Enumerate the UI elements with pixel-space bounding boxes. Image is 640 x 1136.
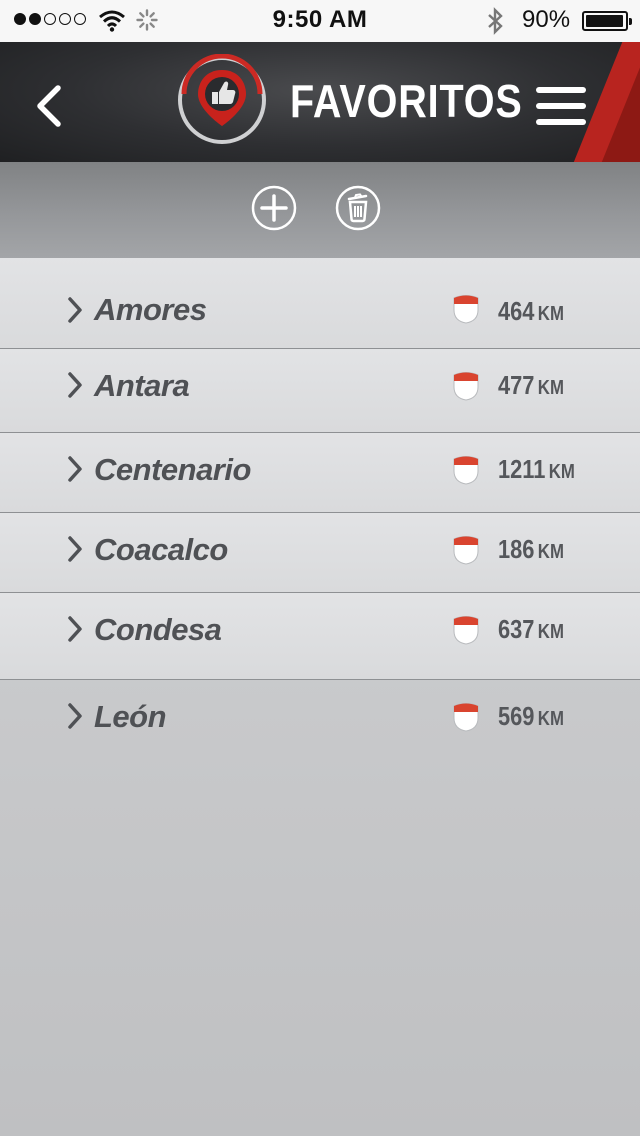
status-bar: 9:50 AM 90% [0, 0, 640, 42]
list-item-name: León [94, 699, 167, 734]
distance-shield-icon [453, 616, 479, 645]
menu-button[interactable] [536, 87, 588, 127]
bluetooth-icon [488, 7, 503, 35]
list-item-name: Amores [94, 292, 207, 327]
list-item-coacalco[interactable]: Coacalco 186 KM [0, 513, 640, 593]
thumbs-up-pin-logo [178, 54, 266, 144]
page-title: FAVORITOS [290, 75, 523, 127]
distance-shield-icon [453, 456, 479, 485]
list-item-condesa[interactable]: Condesa 637 KM [0, 593, 640, 680]
distance-label: 464 KM [498, 296, 564, 326]
list-item-centenario[interactable]: Centenario 1211 KM [0, 433, 640, 513]
battery-icon [582, 11, 632, 31]
list-item-name: Antara [94, 368, 190, 403]
distance-shield-icon [453, 372, 479, 401]
chevron-right-icon [68, 703, 82, 729]
list-item-leon[interactable]: León 569 KM [0, 680, 640, 760]
distance-label: 1211 KM [498, 454, 575, 484]
list-item-name: Condesa [94, 612, 222, 647]
favorites-list: Amores 464 KM Antara 477 KM Centenario 121… [0, 258, 640, 760]
chevron-right-icon [68, 456, 82, 482]
chevron-right-icon [68, 616, 82, 642]
add-favorite-button[interactable] [251, 185, 297, 231]
toolbar [0, 162, 640, 258]
distance-label: 186 KM [498, 534, 564, 564]
list-item-antara[interactable]: Antara 477 KM [0, 349, 640, 433]
chevron-right-icon [68, 372, 82, 398]
list-item-name: Centenario [94, 452, 251, 487]
distance-label: 477 KM [498, 370, 564, 400]
distance-label: 569 KM [498, 701, 564, 731]
list-item-amores[interactable]: Amores 464 KM [0, 258, 640, 349]
app-header: FAVORITOS [0, 42, 640, 162]
back-button[interactable] [30, 82, 70, 130]
back-chevron-icon [37, 85, 61, 127]
chevron-right-icon [68, 297, 82, 323]
distance-label: 637 KM [498, 614, 564, 644]
battery-percentage: 90% [522, 6, 571, 33]
chevron-right-icon [68, 536, 82, 562]
list-item-name: Coacalco [94, 532, 228, 567]
delete-favorite-button[interactable] [335, 185, 381, 231]
plus-circle-icon [251, 185, 297, 231]
trash-circle-icon [335, 185, 381, 231]
distance-shield-icon [453, 703, 479, 732]
distance-shield-icon [453, 295, 479, 324]
distance-shield-icon [453, 536, 479, 565]
